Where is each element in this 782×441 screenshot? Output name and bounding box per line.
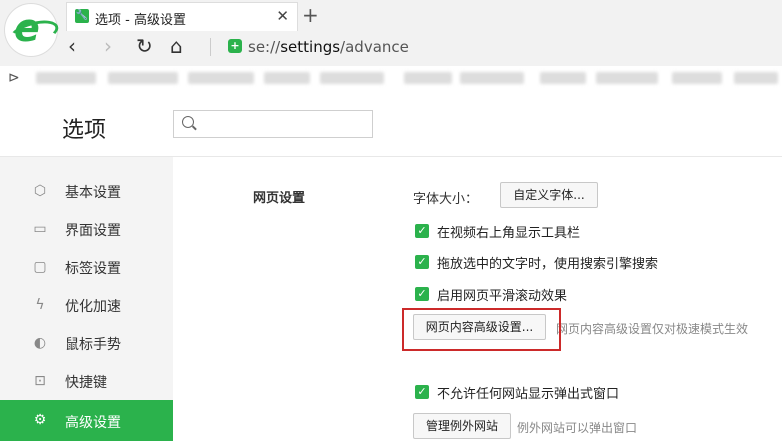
url-prefix: se:// [248,38,281,56]
manage-exceptions-button[interactable]: 管理例外网站 [413,413,511,439]
sidebar-item-advanced[interactable]: ⚙ 高级设置 [0,400,173,441]
sidebar-item-speed[interactable]: ϟ 优化加速 [0,286,173,324]
lightning-icon: ϟ [35,297,45,313]
checkbox-smooth-scroll[interactable]: ✓ [415,287,429,301]
reload-icon[interactable]: ↻ [136,34,153,58]
advanced-note: 网页内容高级设置仅对极速模式生效 [556,322,749,336]
custom-font-button[interactable]: 自定义字体... [500,182,598,208]
font-size-label: 字体大小： [413,192,479,207]
chevron-right-icon[interactable]: ⊳ [8,70,20,86]
checkbox-label: 不允许任何网站显示弹出式窗口 [437,387,620,402]
highlight-box [402,308,561,351]
title-bar: e 🔧 选项 - 高级设置 ✕ + ‹ › ↻ ⌂ + se://setting… [0,0,782,66]
checkbox-drag-search[interactable]: ✓ [415,255,429,269]
bookmark-item[interactable] [540,72,586,84]
sidebar-item-label: 标签设置 [65,261,121,277]
bookmark-item[interactable] [734,72,778,84]
keyboard-icon: ⊡ [34,373,46,389]
bookmark-item[interactable] [596,72,658,84]
bookmark-item[interactable] [460,72,524,84]
home-icon[interactable]: ⌂ [170,34,183,58]
hexagon-icon: ⬡ [33,183,47,199]
sidebar-item-label: 界面设置 [65,223,121,239]
sidebar-item-label: 鼠标手势 [65,337,121,353]
sidebar-item-tabs[interactable]: ▢ 标签设置 [0,248,173,286]
nav-bar: ‹ › ↻ ⌂ + se://settings/advance [60,32,782,62]
bookmarks-bar: ⊳ [0,66,782,93]
sidebar-item-shortcuts[interactable]: ⊡ 快捷键 [0,362,173,400]
bookmark-item[interactable] [672,72,722,84]
url-path: /advance [340,38,409,56]
checkbox-block-popups[interactable]: ✓ [415,385,429,399]
sidebar-item-label: 优化加速 [65,299,121,315]
sidebar-item-interface[interactable]: ▭ 界面设置 [0,210,173,248]
sidebar-item-mouse-gestures[interactable]: ◐ 鼠标手势 [0,324,173,362]
bookmark-item[interactable] [264,72,310,84]
secure-shield-icon: + [228,39,242,53]
mouse-icon: ◐ [33,335,47,351]
section-title: 网页设置 [253,191,306,206]
tab-settings[interactable]: 🔧 选项 - 高级设置 ✕ [66,2,298,31]
settings-header: 选项 [0,92,782,157]
address-bar[interactable]: se://settings/advance [248,38,409,56]
bookmark-item[interactable] [188,72,254,84]
bookmark-item[interactable] [36,72,96,84]
search-icon [182,116,194,128]
settings-content: 网页设置 字体大小： 自定义字体... ✓ 在视频右上角显示工具栏 ✓ 拖放选中… [173,157,782,441]
new-tab-icon[interactable]: + [302,3,319,27]
forward-icon[interactable]: › [104,34,112,58]
sidebar-item-label: 基本设置 [65,185,121,201]
manage-note: 例外网站可以弹出窗口 [517,421,638,435]
bookmark-item[interactable] [404,72,452,84]
sidebar: ⬡ 基本设置 ▭ 界面设置 ▢ 标签设置 ϟ 优化加速 ◐ 鼠标手势 ⊡ 快捷键 ⚙ 高级设置 [0,157,173,441]
back-icon[interactable]: ‹ [68,34,76,58]
tab-icon: ▢ [33,259,47,275]
checkbox-label: 启用网页平滑滚动效果 [437,289,568,304]
tab-title: 选项 - 高级设置 [95,13,186,28]
browser-logo-icon[interactable]: e [5,4,61,56]
checkbox-label: 拖放选中的文字时，使用搜索引擎搜索 [437,257,659,272]
sidebar-item-basic[interactable]: ⬡ 基本设置 [0,172,173,210]
bookmark-item[interactable] [108,72,178,84]
url-host: settings [280,38,341,56]
page-title: 选项 [62,118,107,143]
bookmark-item[interactable] [320,72,384,84]
search-input[interactable] [173,110,373,138]
wrench-icon: 🔧 [75,9,89,23]
close-icon[interactable]: ✕ [276,7,289,25]
sidebar-item-label: 高级设置 [65,415,121,431]
checkbox-label: 在视频右上角显示工具栏 [437,226,581,241]
checkbox-video-toolbar[interactable]: ✓ [415,224,429,238]
window-icon: ▭ [33,221,47,237]
wrench-icon: ⚙ [33,412,47,428]
sidebar-item-label: 快捷键 [65,375,107,391]
divider [210,38,211,56]
